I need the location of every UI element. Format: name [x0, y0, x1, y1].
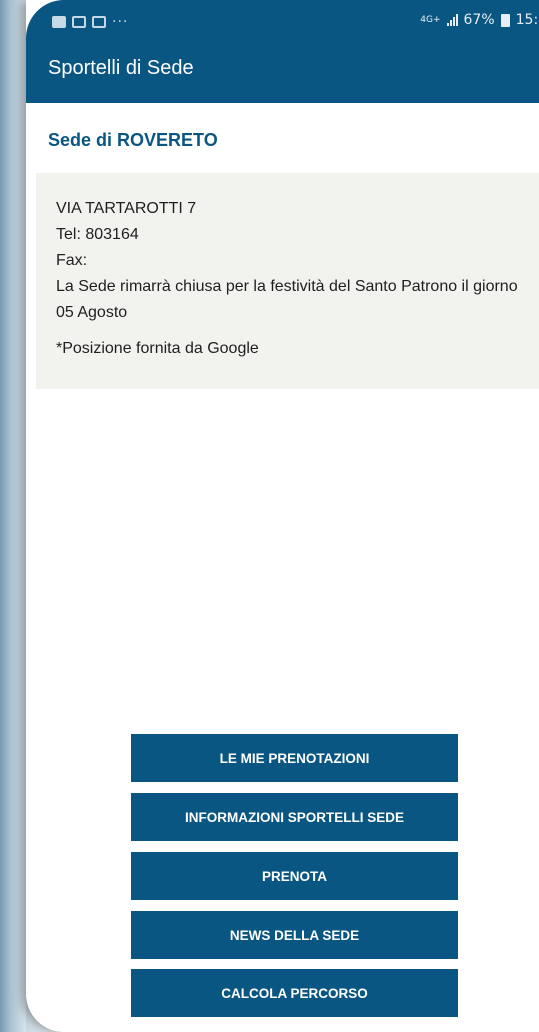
- image-icon: [52, 16, 66, 28]
- signal-icon: [446, 14, 458, 26]
- fax: Fax:: [56, 252, 88, 269]
- phone-screen: ··· 4G+ 67% 15:33 Sportelli di Sede Sede…: [26, 0, 539, 1032]
- address: VIA TARTAROTTI 7: [56, 200, 197, 217]
- status-bar-left: ···: [52, 14, 128, 30]
- mail-icon: [72, 16, 86, 28]
- battery-icon: [500, 13, 510, 27]
- sede-info-box: VIA TARTAROTTI 7 Tel: 803164 Fax: La Sed…: [36, 173, 539, 389]
- app-header: ··· 4G+ 67% 15:33 Sportelli di Sede: [26, 0, 539, 103]
- closure-notice: La Sede rimarrà chiusa per la festività …: [56, 278, 518, 321]
- network-type: 4G+: [420, 14, 441, 25]
- more-notifications-icon: ···: [112, 14, 129, 30]
- telephone[interactable]: Tel: 803164: [56, 222, 536, 248]
- office-news-button[interactable]: NEWS DELLA SEDE: [131, 911, 458, 959]
- battery-level: 67%: [463, 12, 495, 28]
- device-bezel: [0, 0, 26, 1032]
- app-title: Sportelli di Sede: [48, 57, 194, 79]
- sede-title: Sede di ROVERETO: [48, 130, 218, 150]
- office-info-button[interactable]: INFORMAZIONI SPORTELLI SEDE: [131, 793, 458, 841]
- status-bar-right: 4G+ 67% 15:33: [420, 12, 539, 28]
- my-bookings-button[interactable]: LE MIE PRENOTAZIONI: [131, 734, 458, 782]
- screenshot-icon: [92, 16, 106, 28]
- calculate-route-button[interactable]: CALCOLA PERCORSO: [131, 969, 458, 1017]
- position-note: *Posizione fornita da Google: [56, 340, 259, 357]
- book-button[interactable]: PRENOTA: [131, 852, 458, 900]
- clock: 15:33: [515, 12, 539, 28]
